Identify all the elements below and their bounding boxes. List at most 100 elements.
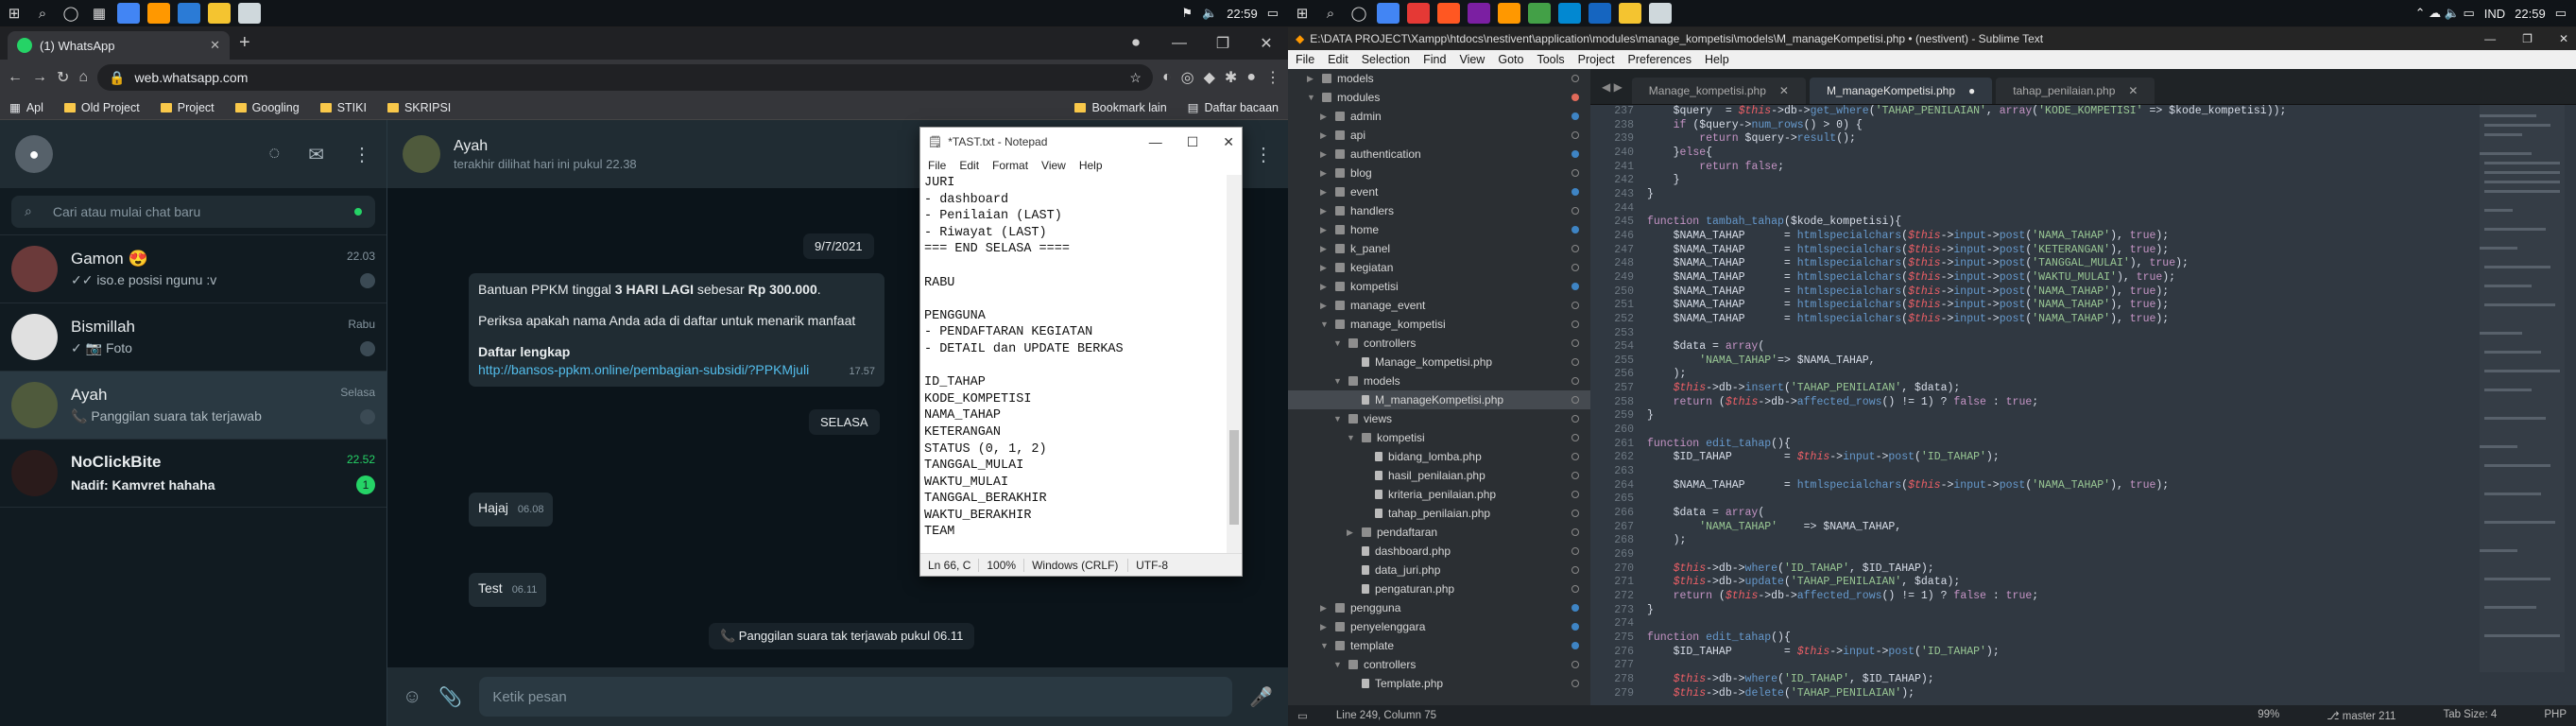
task-view-icon[interactable]: ◯: [1345, 0, 1373, 27]
reload-icon[interactable]: ↻: [57, 68, 69, 87]
menu-help[interactable]: Help: [1079, 159, 1103, 172]
app-taskbar-icon[interactable]: [1468, 3, 1490, 24]
tab-tahap-penilaian[interactable]: tahap_penilaian.php ✕: [1996, 78, 2155, 104]
chevron-down-icon[interactable]: ▼: [1320, 641, 1330, 650]
tree-item[interactable]: ▶ handlers: [1288, 201, 1590, 220]
tree-item[interactable]: ▶ kegiatan: [1288, 258, 1590, 277]
code-line[interactable]: [1647, 548, 2463, 562]
message-bubble[interactable]: Test 06.11: [469, 573, 547, 607]
app-taskbar-icon[interactable]: [1528, 3, 1551, 24]
tree-item[interactable]: ▶ pengguna: [1288, 598, 1590, 617]
code-line[interactable]: $ID_TAHAP = $this->input->post('ID_TAHAP…: [1647, 451, 2463, 465]
tree-item[interactable]: hasil_penilaian.php: [1288, 466, 1590, 485]
menu-find[interactable]: Find: [1423, 53, 1446, 66]
youtube-taskbar-icon[interactable]: [1437, 3, 1460, 24]
chevron-right-icon[interactable]: ▶: [1320, 301, 1330, 311]
bookmark-folder[interactable]: Project: [160, 101, 215, 114]
minimize-button[interactable]: —: [2484, 32, 2496, 45]
code-line[interactable]: $query = $this->db->get_where('TAHAP_PEN…: [1647, 105, 2463, 119]
code-line[interactable]: }: [1647, 409, 2463, 424]
volume-icon[interactable]: 🔈: [1202, 6, 1217, 21]
tree-item[interactable]: kriteria_penilaian.php: [1288, 485, 1590, 504]
code-line[interactable]: $data = array(: [1647, 507, 2463, 521]
chat-item[interactable]: NoClickBite 22.52 Nadif: Kamvret hahaha 1: [0, 440, 386, 508]
tab-size[interactable]: Tab Size: 4: [2443, 709, 2497, 722]
tree-item[interactable]: ▶ event: [1288, 182, 1590, 201]
code-line[interactable]: function tambah_tahap($kode_kompetisi){: [1647, 216, 2463, 230]
chevron-right-icon[interactable]: ▶: [1320, 168, 1330, 179]
attach-icon[interactable]: 📎: [438, 685, 462, 709]
clock-right[interactable]: 22:59: [2515, 7, 2546, 21]
tree-item[interactable]: ▼ views: [1288, 409, 1590, 428]
emoji-icon[interactable]: ☺: [403, 686, 421, 708]
bookmark-folder[interactable]: SKRIPSI: [386, 101, 451, 114]
code-line[interactable]: $NAMA_TAHAP = htmlspecialchars($this->in…: [1647, 299, 2463, 313]
tree-item[interactable]: ▼ controllers: [1288, 334, 1590, 353]
chevron-right-icon[interactable]: ▶: [1320, 187, 1330, 198]
chevron-down-icon[interactable]: ▼: [1333, 660, 1343, 669]
close-button[interactable]: ✕: [2559, 32, 2568, 45]
notepad-scrollbar[interactable]: [1227, 175, 1242, 553]
notification-icon[interactable]: ▭: [2555, 6, 2567, 21]
menu-file[interactable]: File: [1296, 53, 1314, 66]
notepad-titlebar[interactable]: 🗒 *TAST.txt - Notepad — ☐ ✕: [920, 128, 1242, 156]
message-bubble[interactable]: Hajaj 06.08: [469, 493, 554, 527]
code-line[interactable]: 'NAMA_TAHAP'=> $NAMA_TAHAP,: [1647, 354, 2463, 369]
profile-icon[interactable]: ●: [1246, 69, 1256, 86]
tree-item[interactable]: data_juri.php: [1288, 561, 1590, 579]
code-line[interactable]: $data = array(: [1647, 340, 2463, 354]
notepad-taskbar-icon[interactable]: [238, 3, 261, 24]
input-language[interactable]: IND: [2484, 7, 2505, 21]
chevron-right-icon[interactable]: ▶: [1347, 527, 1356, 538]
syntax[interactable]: PHP: [2544, 709, 2567, 722]
chevron-right-icon[interactable]: ▶: [1320, 282, 1330, 292]
clock-left[interactable]: 22:59: [1227, 7, 1258, 21]
sublime-taskbar-icon[interactable]: [1498, 3, 1520, 24]
notepad-window[interactable]: 🗒 *TAST.txt - Notepad — ☐ ✕ File Edit Fo…: [919, 127, 1243, 577]
tree-item[interactable]: Manage_kompetisi.php: [1288, 353, 1590, 372]
chevron-down-icon[interactable]: ▼: [1347, 433, 1356, 442]
code-line[interactable]: [1647, 493, 2463, 507]
extension-icon[interactable]: ◎: [1181, 68, 1194, 87]
message-link[interactable]: http://bansos-ppkm.online/pembagian-subs…: [478, 361, 809, 379]
chevron-down-icon[interactable]: ▼: [1307, 93, 1316, 102]
maximize-button[interactable]: ❐: [2522, 32, 2533, 45]
tree-item[interactable]: ▶ penyelenggara: [1288, 617, 1590, 636]
tree-item[interactable]: ▼ controllers: [1288, 655, 1590, 674]
code-line[interactable]: }else{: [1647, 147, 2463, 161]
search-icon[interactable]: ⌕: [1316, 0, 1345, 27]
tree-item[interactable]: ▶ home: [1288, 220, 1590, 239]
tree-item[interactable]: Template.php: [1288, 674, 1590, 693]
tab-m-managekompetisi[interactable]: M_manageKompetisi.php ●: [1809, 78, 1993, 104]
chrome-menu-icon[interactable]: ⋮: [1265, 68, 1280, 87]
extension-icon[interactable]: ◐: [1162, 69, 1172, 86]
tree-item[interactable]: ▶ admin: [1288, 107, 1590, 126]
home-icon[interactable]: ⌂: [78, 69, 88, 86]
sublime-titlebar[interactable]: ◆ E:\DATA PROJECT\Xampp\htdocs\nestivent…: [1288, 27, 2576, 50]
code-line[interactable]: $NAMA_TAHAP = htmlspecialchars($this->in…: [1647, 271, 2463, 285]
code-line[interactable]: [1647, 202, 2463, 216]
reading-list[interactable]: ▤ Daftar bacaan: [1188, 100, 1279, 115]
menu-icon[interactable]: ⋮: [352, 143, 371, 166]
task-manager-icon[interactable]: ▦: [85, 0, 113, 27]
chat-item[interactable]: Gamon 😍 22.03 ✓✓ iso.e posisi ngunu :v: [0, 235, 386, 303]
minimize-button[interactable]: —: [1158, 35, 1201, 52]
menu-goto[interactable]: Goto: [1498, 53, 1523, 66]
status-icon[interactable]: ◌: [268, 143, 280, 166]
code-line[interactable]: $this->db->delete('TAHAP_PENILAIAN');: [1647, 687, 2463, 701]
code-line[interactable]: );: [1647, 368, 2463, 382]
explorer-taskbar-icon[interactable]: [208, 3, 231, 24]
sublime-taskbar-icon[interactable]: [147, 3, 170, 24]
close-tab-icon[interactable]: ✕: [1779, 84, 1789, 97]
microphone-icon[interactable]: 🎤: [1249, 685, 1273, 709]
code-line[interactable]: $this->db->where('ID_TAHAP', $ID_TAHAP);: [1647, 673, 2463, 687]
code-line[interactable]: return $query->result();: [1647, 132, 2463, 147]
code-line[interactable]: return false;: [1647, 161, 2463, 175]
message-input[interactable]: Ketik pesan: [479, 677, 1233, 717]
code-line[interactable]: }: [1647, 188, 2463, 202]
chevron-down-icon[interactable]: ▼: [1333, 414, 1343, 424]
code-line[interactable]: $NAMA_TAHAP = htmlspecialchars($this->in…: [1647, 285, 2463, 300]
menu-format[interactable]: Format: [992, 159, 1028, 172]
vscode-taskbar-icon[interactable]: [1589, 3, 1611, 24]
extension-icon[interactable]: ◆: [1204, 68, 1215, 87]
